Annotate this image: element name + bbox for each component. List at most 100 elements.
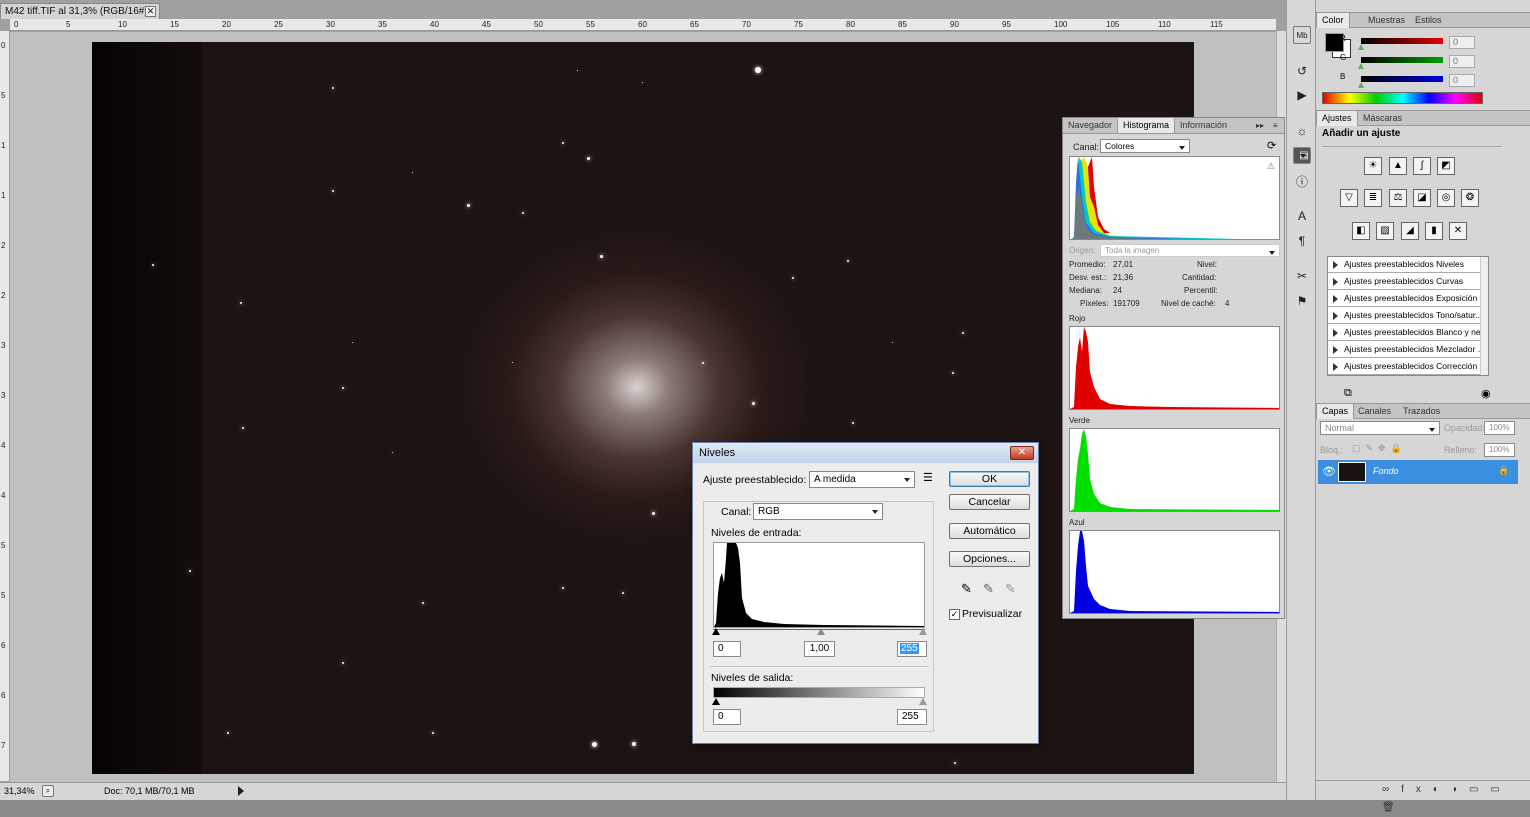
blend-mode-select[interactable]: Normal — [1320, 421, 1440, 435]
input-white-point-handle[interactable] — [919, 628, 927, 635]
opacity-field[interactable]: 100% — [1484, 421, 1515, 435]
info-icon[interactable]: ⓘ — [1293, 172, 1311, 190]
presets-scrollbar[interactable] — [1480, 257, 1488, 375]
zoom-level[interactable]: 31,34% — [4, 783, 35, 799]
refresh-icon[interactable]: ⟳ — [1267, 139, 1276, 152]
layers-footer-icons[interactable]: ∞fx◐◑▭▭🗑 — [1316, 780, 1530, 813]
channel-slider[interactable] — [1361, 76, 1443, 82]
panel-menu-icon[interactable]: ≡ — [1268, 118, 1283, 133]
hue-saturation-icon[interactable]: ≣ — [1364, 189, 1382, 207]
black-white-icon[interactable]: ◪ — [1413, 189, 1431, 207]
tab-navegador[interactable]: Navegador — [1063, 118, 1117, 133]
panel-collapse-icon[interactable]: ▸▸ — [1251, 118, 1269, 133]
mini-bridge-icon[interactable]: Mb — [1293, 26, 1311, 44]
output-black-handle[interactable] — [712, 698, 720, 705]
hist-origen-select[interactable]: Toda la imagen — [1100, 244, 1280, 257]
exposure-icon[interactable]: ◩ — [1437, 157, 1455, 175]
close-document-icon[interactable]: ✕ — [145, 6, 156, 17]
clone-source-icon[interactable]: ⚑ — [1293, 292, 1311, 310]
close-icon[interactable]: ✕ — [1010, 446, 1034, 460]
channel-slider[interactable] — [1361, 38, 1443, 44]
hist-canal-select[interactable]: Colores — [1100, 139, 1190, 153]
channel-mixer-icon[interactable]: ❂ — [1461, 189, 1479, 207]
visibility-toggle-icon[interactable]: ◉ — [1481, 387, 1491, 400]
tab-muestras[interactable]: Muestras — [1363, 13, 1410, 28]
color-spectrum-bar[interactable] — [1322, 92, 1483, 104]
tab-mascaras[interactable]: Máscaras — [1358, 111, 1407, 126]
tool-presets-icon[interactable]: ✂ — [1293, 267, 1311, 285]
channel-histogram-label: Azul — [1069, 518, 1085, 527]
layer-row-fondo[interactable]: 👁 Fondo 🔒 — [1318, 460, 1518, 484]
tab-estilos[interactable]: Estilos — [1410, 13, 1447, 28]
clip-icon[interactable]: ⧉ — [1344, 387, 1352, 400]
paragraph-icon[interactable]: ¶ — [1293, 232, 1311, 250]
tab-informacion[interactable]: Información — [1175, 118, 1232, 133]
preview-checkbox[interactable]: ✓ — [949, 609, 960, 620]
adjustments-icon[interactable]: ☼ — [1293, 122, 1311, 140]
adjustment-preset-item[interactable]: Ajustes preestablecidos Tono/satur... — [1328, 308, 1481, 324]
adjustment-preset-item[interactable]: Ajustes preestablecidos Exposición — [1328, 291, 1481, 307]
adjustment-preset-item[interactable]: Ajustes preestablecidos Curvas — [1328, 274, 1481, 290]
output-white-field[interactable]: 255 — [897, 709, 927, 725]
channel-value-field[interactable]: 0 — [1449, 74, 1475, 87]
input-gamma-field[interactable]: 1,00 — [804, 641, 835, 657]
channel-slider[interactable] — [1361, 57, 1443, 63]
output-white-handle[interactable] — [919, 698, 927, 705]
document-tab[interactable]: M42 tiff.TIF al 31,3% (RGB/16#) ✕ — [0, 3, 160, 19]
invert-icon[interactable]: ◧ — [1352, 222, 1370, 240]
black-eyedropper-icon[interactable]: ✎ — [961, 581, 972, 597]
layer-visibility-eye-icon[interactable]: 👁 — [1322, 465, 1336, 478]
output-black-field[interactable]: 0 — [713, 709, 741, 725]
character-icon[interactable]: A — [1293, 207, 1311, 225]
options-button[interactable]: Opciones... — [949, 551, 1030, 567]
layer-name[interactable]: Fondo — [1373, 466, 1399, 476]
channel-value-field[interactable]: 0 — [1449, 55, 1475, 68]
status-menu-arrow-icon[interactable] — [238, 786, 244, 796]
star — [600, 255, 603, 258]
brightness-contrast-icon[interactable]: ☀ — [1364, 157, 1382, 175]
fill-field[interactable]: 100% — [1484, 443, 1515, 457]
tab-trazados[interactable]: Trazados — [1398, 404, 1445, 419]
tab-histograma[interactable]: Histograma — [1117, 118, 1176, 133]
tab-canales[interactable]: Canales — [1353, 404, 1396, 419]
ruler-h-label: 35 — [378, 20, 387, 29]
channel-slider-handle[interactable] — [1358, 82, 1364, 88]
adjustment-preset-item[interactable]: Ajustes preestablecidos Blanco y ne... — [1328, 325, 1481, 341]
gray-eyedropper-icon[interactable]: ✎ — [983, 581, 994, 597]
selective-color-icon[interactable]: ✕ — [1449, 222, 1467, 240]
actions-icon[interactable]: ▶ — [1293, 86, 1311, 104]
zoom-icon[interactable]: ⌕ — [42, 785, 54, 797]
input-black-point-handle[interactable] — [712, 628, 720, 635]
adjustment-preset-item[interactable]: Ajustes preestablecidos Corrección ... — [1328, 359, 1481, 375]
threshold-icon[interactable]: ◢ — [1401, 222, 1419, 240]
gradient-map-icon[interactable]: ▮ — [1425, 222, 1443, 240]
auto-button[interactable]: Automático — [949, 523, 1030, 539]
canal-select[interactable]: RGB — [753, 503, 883, 520]
white-eyedropper-icon[interactable]: ✎ — [1005, 581, 1016, 597]
curves-icon[interactable]: ∫ — [1413, 157, 1431, 175]
preset-select[interactable]: A medida — [809, 471, 915, 488]
levels-icon[interactable]: ▲ — [1389, 157, 1407, 175]
color-balance-icon[interactable]: ⚖ — [1389, 189, 1407, 207]
preset-options-icon[interactable]: ☰ — [923, 471, 933, 484]
channel-slider-handle[interactable] — [1358, 63, 1364, 69]
posterize-icon[interactable]: ▨ — [1376, 222, 1394, 240]
input-gamma-handle[interactable] — [817, 628, 825, 635]
lock-icons[interactable]: ▢✎✥🔒 — [1352, 443, 1407, 454]
ok-button[interactable]: OK — [949, 471, 1030, 487]
tab-color[interactable]: Color — [1316, 13, 1350, 28]
levels-titlebar[interactable]: Niveles ✕ — [693, 443, 1038, 463]
tab-ajustes[interactable]: Ajustes — [1316, 111, 1358, 126]
histogram-icon[interactable]: ▤ — [1293, 147, 1311, 164]
input-white-field[interactable]: 255 — [897, 641, 927, 657]
photo-filter-icon[interactable]: ◎ — [1437, 189, 1455, 207]
vibrance-icon[interactable]: ▽ — [1340, 189, 1358, 207]
cancel-button[interactable]: Cancelar — [949, 494, 1030, 510]
adjustment-preset-item[interactable]: Ajustes preestablecidos Mezclador ... — [1328, 342, 1481, 358]
input-black-field[interactable]: 0 — [713, 641, 741, 657]
channel-value-field[interactable]: 0 — [1449, 36, 1475, 49]
tab-capas[interactable]: Capas — [1316, 404, 1355, 419]
channel-slider-handle[interactable] — [1358, 44, 1364, 50]
adjustment-preset-item[interactable]: Ajustes preestablecidos Niveles — [1328, 257, 1481, 273]
history-icon[interactable]: ↺ — [1293, 62, 1311, 80]
